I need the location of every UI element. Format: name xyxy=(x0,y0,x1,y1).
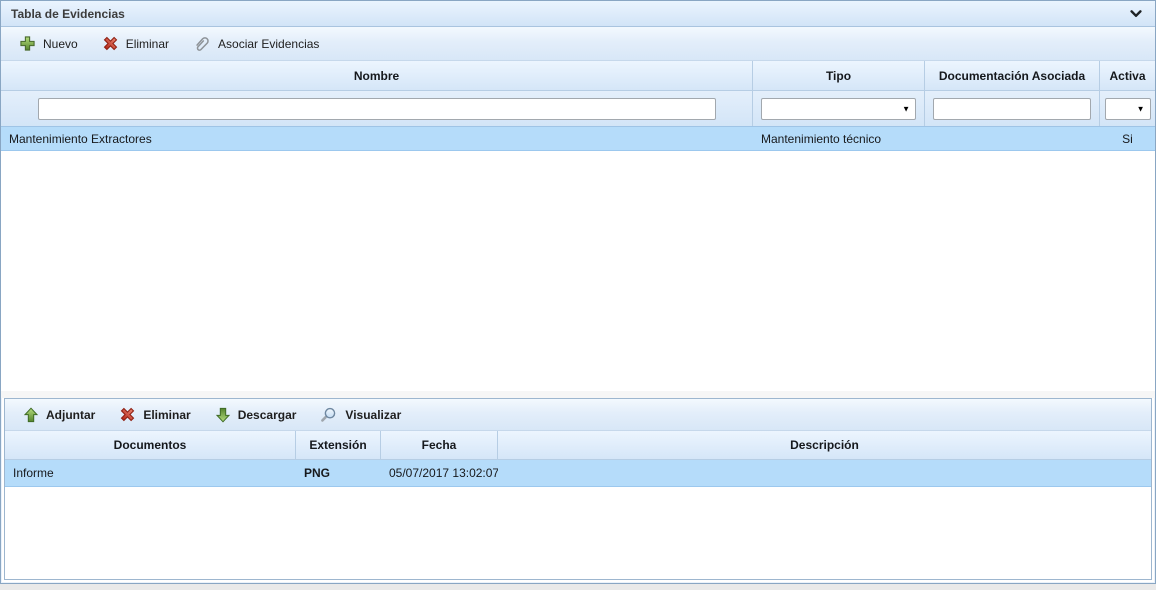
activa-filter-select[interactable] xyxy=(1105,98,1151,120)
document-extension-cell: PNG xyxy=(296,466,381,480)
evidences-filter-row: ▼ ▼ xyxy=(1,91,1155,127)
delete-x-icon xyxy=(102,35,119,52)
visualizar-button[interactable]: Visualizar xyxy=(310,403,411,427)
evidence-tipo-cell: Mantenimiento técnico xyxy=(753,132,925,146)
filter-cell-nombre xyxy=(1,91,753,126)
document-row-selected[interactable]: Informe PNG 05/07/2017 13:02:07 xyxy=(5,460,1151,487)
column-header-documentos[interactable]: Documentos xyxy=(5,431,296,459)
column-header-tipo[interactable]: Tipo xyxy=(753,61,925,90)
documentacion-filter-input[interactable] xyxy=(933,98,1091,120)
asociar-evidencias-label: Asociar Evidencias xyxy=(218,37,319,51)
document-fecha-cell: 05/07/2017 13:02:07 xyxy=(381,466,498,480)
adjuntar-button[interactable]: Adjuntar xyxy=(13,403,105,427)
documents-toolbar: Adjuntar Eliminar Descargar xyxy=(5,399,1151,431)
evidence-nombre-cell: Mantenimiento Extractores xyxy=(1,132,753,146)
paperclip-icon xyxy=(193,35,211,52)
filter-cell-documentacion xyxy=(925,91,1100,126)
eliminar-documento-button[interactable]: Eliminar xyxy=(109,402,200,427)
chevron-down-icon xyxy=(1130,10,1142,18)
window-title: Tabla de Evidencias xyxy=(11,7,1127,21)
descargar-label: Descargar xyxy=(238,408,297,422)
column-header-fecha[interactable]: Fecha xyxy=(381,431,498,459)
documents-grid-body[interactable] xyxy=(5,487,1151,579)
upload-arrow-icon xyxy=(23,407,39,423)
download-arrow-icon xyxy=(215,407,231,423)
delete-x-icon xyxy=(119,406,136,423)
documents-panel: Adjuntar Eliminar Descargar xyxy=(4,398,1152,580)
nuevo-label: Nuevo xyxy=(43,37,78,51)
collapse-panel-button[interactable] xyxy=(1127,6,1145,22)
nombre-filter-input[interactable] xyxy=(38,98,716,120)
evidences-window: Tabla de Evidencias Nuevo Eliminar Asoci… xyxy=(0,0,1156,584)
filter-cell-activa: ▼ xyxy=(1100,91,1155,126)
filter-cell-tipo: ▼ xyxy=(753,91,925,126)
column-header-descripcion[interactable]: Descripción xyxy=(498,431,1151,459)
documents-header-row: Documentos Extensión Fecha Descripción xyxy=(5,431,1151,460)
eliminar-evidencia-label: Eliminar xyxy=(126,37,169,51)
visualizar-label: Visualizar xyxy=(345,408,401,422)
column-header-documentacion[interactable]: Documentación Asociada xyxy=(925,61,1100,90)
magnifier-icon xyxy=(320,407,338,423)
tipo-filter-select[interactable] xyxy=(761,98,916,120)
evidence-row-selected[interactable]: Mantenimiento Extractores Mantenimiento … xyxy=(1,127,1155,151)
adjuntar-label: Adjuntar xyxy=(46,408,95,422)
column-header-nombre[interactable]: Nombre xyxy=(1,61,753,90)
plus-icon xyxy=(19,35,36,52)
descargar-button[interactable]: Descargar xyxy=(205,403,307,427)
panel-separator xyxy=(1,391,1155,398)
evidences-grid-body[interactable] xyxy=(1,151,1155,391)
evidences-toolbar: Nuevo Eliminar Asociar Evidencias xyxy=(1,27,1155,61)
nuevo-button[interactable]: Nuevo xyxy=(9,31,88,56)
asociar-evidencias-button[interactable]: Asociar Evidencias xyxy=(183,31,329,56)
window-titlebar: Tabla de Evidencias xyxy=(1,1,1155,27)
document-nombre-cell: Informe xyxy=(5,466,296,480)
column-header-extension[interactable]: Extensión xyxy=(296,431,381,459)
evidence-activa-cell: Si xyxy=(1100,132,1155,146)
evidences-header-row: Nombre Tipo Documentación Asociada Activ… xyxy=(1,61,1155,91)
column-header-activa[interactable]: Activa xyxy=(1100,61,1155,90)
eliminar-documento-label: Eliminar xyxy=(143,408,190,422)
eliminar-evidencia-button[interactable]: Eliminar xyxy=(92,31,179,56)
